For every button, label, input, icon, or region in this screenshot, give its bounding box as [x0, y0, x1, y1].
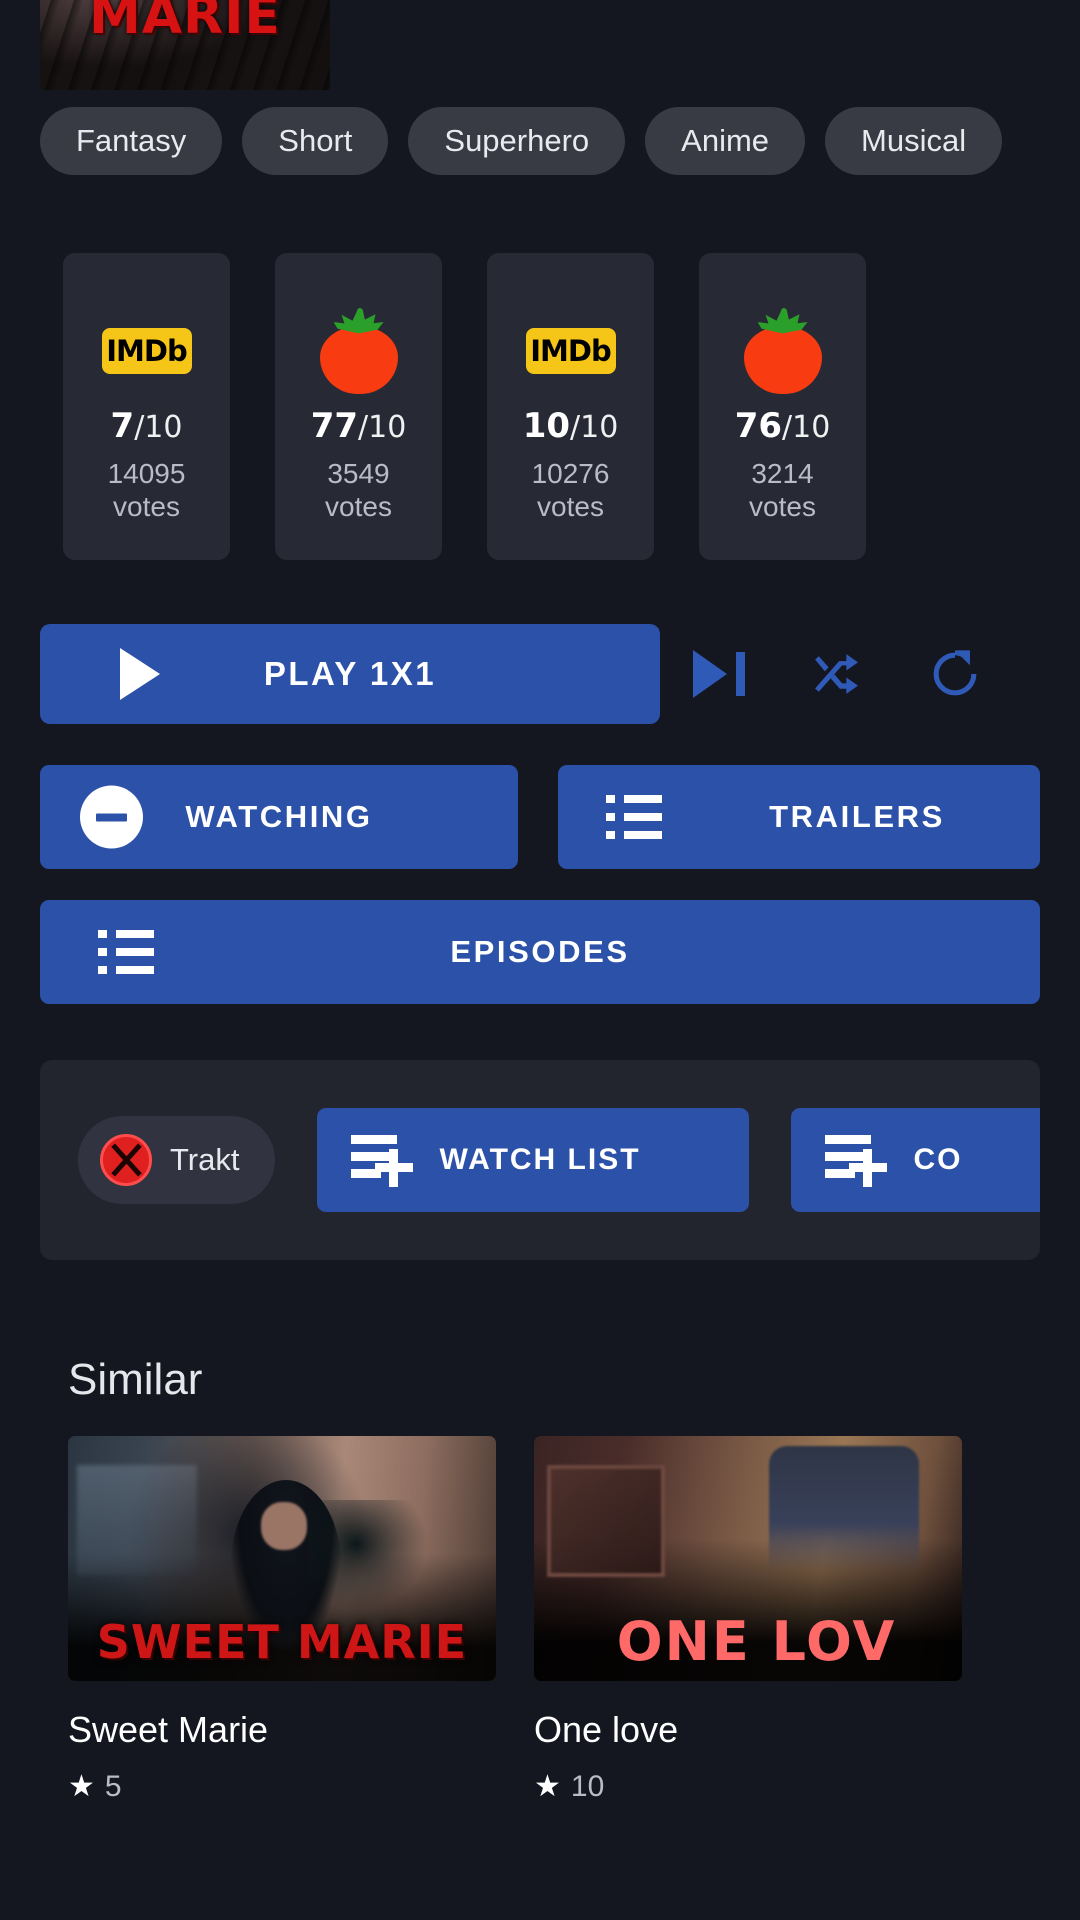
skip-next-icon — [693, 650, 745, 698]
rating-logo-slot: IMDb — [101, 299, 192, 403]
rating-score-denominator: /10 — [782, 410, 831, 445]
add-to-list-icon — [351, 1135, 414, 1187]
rating-score-value: 10 — [522, 406, 571, 446]
rating-card-tomato-2[interactable]: 76/10 3214 votes — [699, 253, 866, 560]
similar-card-rating-value: 5 — [104, 1769, 122, 1803]
trailers-button[interactable]: TRAILERS — [558, 765, 1040, 869]
list-icon — [98, 930, 154, 974]
shuffle-button[interactable] — [778, 624, 896, 724]
similar-section-title: Similar — [68, 1355, 203, 1404]
playback-controls-row: PLAY 1X1 — [40, 620, 1040, 728]
refresh-button[interactable] — [896, 624, 1014, 724]
rating-votes: 3214 votes — [699, 457, 866, 523]
collection-button[interactable]: CO — [791, 1108, 1040, 1212]
episodes-button[interactable]: EPISODES — [40, 900, 1040, 1004]
skip-next-button[interactable] — [660, 624, 778, 724]
collection-button-label: CO — [913, 1143, 963, 1176]
rating-card-imdb-2[interactable]: IMDb 10/10 10276 votes — [487, 253, 654, 560]
imdb-logo-icon: IMDb — [525, 328, 616, 374]
rating-score-denominator: /10 — [570, 410, 619, 445]
trakt-service-label: Trakt — [170, 1142, 240, 1177]
thumbnail-detail-window — [76, 1465, 197, 1576]
rating-card-imdb-1[interactable]: IMDb 7/10 14095 votes — [63, 253, 230, 560]
genre-chip-list[interactable]: Fantasy Short Superhero Anime Musical — [0, 106, 1080, 176]
rating-logo-slot — [318, 299, 400, 403]
watch-list-button-label: WATCH LIST — [439, 1143, 641, 1176]
rating-votes-count: 3549 — [327, 458, 390, 489]
rating-score-denominator: /10 — [358, 410, 407, 445]
thumbnail-detail-figures — [769, 1445, 920, 1586]
episodes-row: EPISODES — [40, 900, 1040, 1004]
ratings-row: IMDb 7/10 14095 votes 77/10 3549 votes I… — [0, 253, 1080, 560]
similar-thumbnail[interactable]: ONE LOV — [534, 1436, 962, 1681]
rating-logo-slot: IMDb — [525, 299, 616, 403]
rating-votes: 14095 votes — [63, 457, 230, 523]
list-icon — [606, 795, 662, 839]
star-icon: ★ — [534, 1770, 561, 1803]
similar-items-row: SWEET MARIE Sweet Marie ★ 5 ONE LOV One … — [68, 1436, 1080, 1804]
genre-chip-musical[interactable]: Musical — [825, 107, 1003, 175]
thumbnail-detail-frame — [546, 1465, 665, 1578]
trakt-panel-row: Trakt WATCH LIST CO — [78, 1108, 1040, 1212]
imdb-logo-icon: IMDb — [101, 328, 192, 374]
minus-circle-icon — [80, 785, 143, 849]
rating-votes-label: votes — [749, 491, 816, 523]
similar-card-rating-value: 10 — [570, 1769, 605, 1803]
similar-card-rating: ★ 5 — [68, 1769, 496, 1804]
rating-votes-count: 10276 — [531, 458, 610, 489]
rating-score: 76/10 — [735, 409, 831, 443]
similar-card-sweet-marie[interactable]: SWEET MARIE Sweet Marie ★ 5 — [68, 1436, 496, 1804]
poster-title-text: MARIE — [89, 0, 281, 47]
tomato-icon — [318, 307, 400, 394]
watch-list-button[interactable]: WATCH LIST — [317, 1108, 750, 1212]
trakt-panel: Trakt WATCH LIST CO — [40, 1060, 1040, 1260]
rating-score-denominator: /10 — [134, 410, 183, 445]
show-poster-banner[interactable]: MARIE — [40, 0, 330, 90]
rating-score-value: 76 — [734, 406, 783, 446]
refresh-icon — [933, 650, 977, 696]
star-icon: ★ — [68, 1770, 95, 1803]
rating-logo-slot — [742, 299, 824, 403]
genre-chip-fantasy[interactable]: Fantasy — [40, 107, 223, 175]
thumbnail-detail-face — [260, 1502, 307, 1551]
rating-score: 7/10 — [111, 409, 183, 443]
tomato-icon — [742, 307, 824, 394]
rating-score: 77/10 — [311, 409, 407, 443]
episodes-button-label: EPISODES — [450, 934, 630, 969]
rating-votes-label: votes — [325, 491, 392, 523]
thumbnail-detail-foliage — [307, 1499, 428, 1610]
watching-button[interactable]: WATCHING — [40, 765, 518, 869]
rating-score: 10/10 — [523, 409, 619, 443]
rating-votes-count: 3214 — [751, 458, 814, 489]
rating-votes: 3549 votes — [275, 457, 442, 523]
genre-chip-short[interactable]: Short — [242, 107, 389, 175]
rating-score-value: 77 — [310, 406, 359, 446]
rating-votes-label: votes — [113, 491, 180, 523]
play-button[interactable]: PLAY 1X1 — [40, 624, 660, 724]
rating-score-value: 7 — [110, 406, 135, 446]
watching-button-label: WATCHING — [185, 799, 373, 834]
trakt-logo-icon — [100, 1134, 152, 1186]
trakt-service-chip[interactable]: Trakt — [78, 1116, 276, 1204]
similar-card-title: Sweet Marie — [68, 1709, 269, 1750]
rating-votes-label: votes — [537, 491, 604, 523]
status-actions-row: WATCHING TRAILERS — [40, 765, 1040, 869]
add-to-list-icon — [825, 1135, 888, 1187]
similar-card-title: One love — [534, 1709, 679, 1750]
rating-votes: 10276 votes — [487, 457, 654, 523]
similar-thumbnail[interactable]: SWEET MARIE — [68, 1436, 496, 1681]
similar-card-rating: ★ 10 — [534, 1769, 962, 1804]
rating-card-tomato-1[interactable]: 77/10 3549 votes — [275, 253, 442, 560]
thumbnail-title-text: SWEET MARIE — [96, 1615, 468, 1669]
play-triangle-icon — [120, 648, 160, 700]
rating-votes-count: 14095 — [107, 458, 186, 489]
genre-chip-superhero[interactable]: Superhero — [408, 107, 626, 175]
thumbnail-title-text: ONE LOV — [616, 1610, 897, 1673]
trailers-button-label: TRAILERS — [769, 799, 945, 834]
similar-card-one-love[interactable]: ONE LOV One love ★ 10 — [534, 1436, 962, 1804]
genre-chip-anime[interactable]: Anime — [645, 107, 806, 175]
shuffle-icon — [815, 654, 858, 694]
